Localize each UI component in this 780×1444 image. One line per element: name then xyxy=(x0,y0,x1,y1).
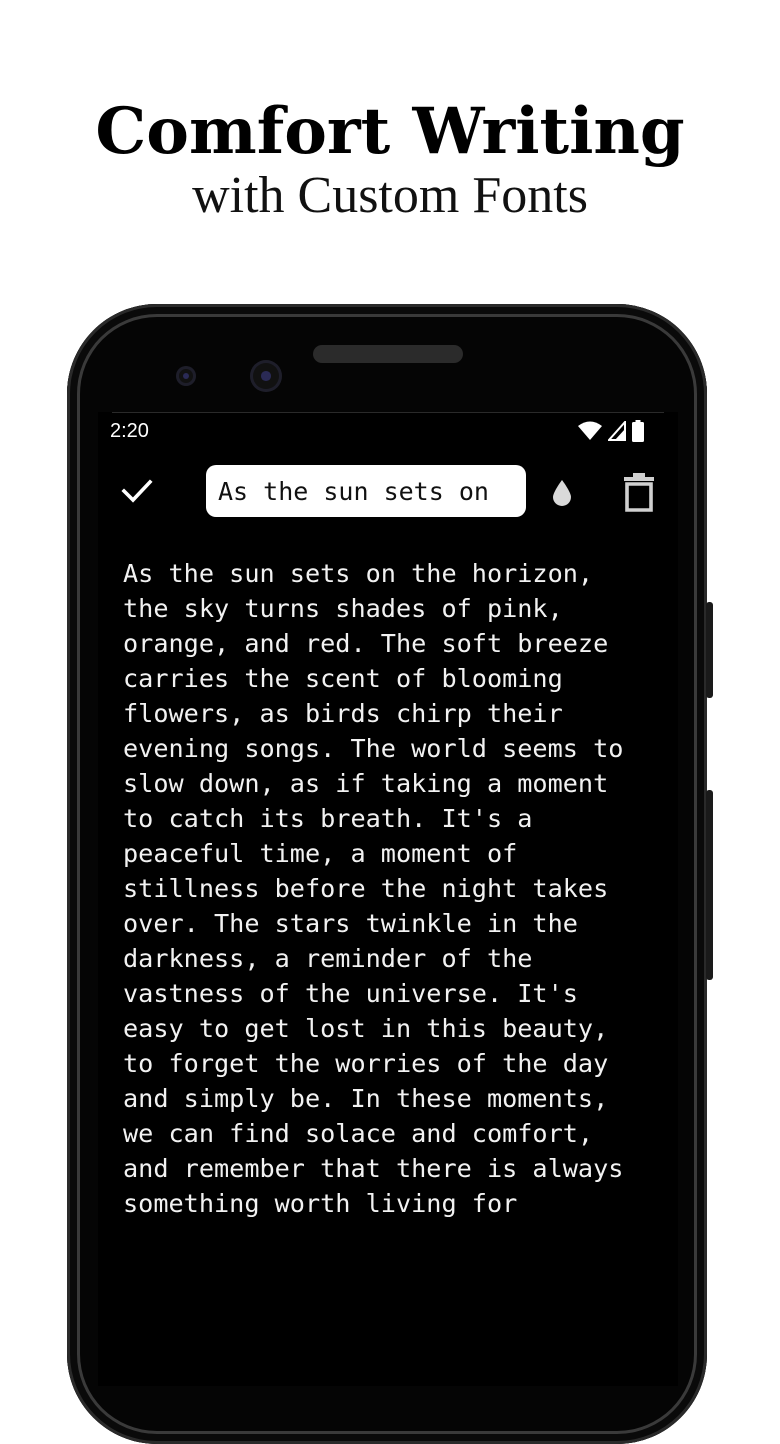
color-button[interactable] xyxy=(550,478,574,508)
promo-headline: Comfort Writing xyxy=(95,94,685,169)
text-line: carries the scent of blooming xyxy=(123,664,563,693)
text-line: over. The stars twinkle in the xyxy=(123,909,578,938)
phone-side-button xyxy=(706,602,713,698)
text-line: to catch its breath. It's a xyxy=(123,804,533,833)
status-icons xyxy=(578,420,644,442)
phone-speaker xyxy=(313,345,463,363)
text-line: and remember that there is always xyxy=(123,1154,624,1183)
droplet-icon xyxy=(553,480,571,506)
text-line: flowers, as birds chirp their xyxy=(123,699,563,728)
cell-signal-icon xyxy=(608,421,626,441)
battery-icon xyxy=(632,420,644,442)
text-line: to forget the worries of the day xyxy=(123,1049,609,1078)
front-sensor xyxy=(176,366,196,386)
front-camera xyxy=(250,360,282,392)
check-icon xyxy=(121,479,153,503)
text-line: we can find solace and comfort, xyxy=(123,1119,594,1148)
editor-toolbar xyxy=(98,464,678,520)
delete-button[interactable] xyxy=(623,472,655,512)
save-button[interactable] xyxy=(120,476,160,508)
text-line: peaceful time, a moment of xyxy=(123,839,518,868)
text-line: something worth living for xyxy=(123,1189,518,1218)
text-line: orange, and red. The soft breeze xyxy=(123,629,609,658)
text-line: darkness, a reminder of the xyxy=(123,944,533,973)
note-title-input[interactable] xyxy=(218,476,514,506)
text-line: As the sun sets on the horizon, xyxy=(123,559,594,588)
text-line: easy to get lost in this beauty, xyxy=(123,1014,609,1043)
trash-icon xyxy=(624,473,654,512)
wifi-icon xyxy=(578,421,602,440)
text-line: slow down, as if taking a moment xyxy=(123,769,609,798)
status-time: 2:20 xyxy=(110,420,149,442)
screen-edge xyxy=(112,412,664,413)
text-line: vastness of the universe. It's xyxy=(123,979,578,1008)
note-body[interactable]: As the sun sets on the horizon, the sky … xyxy=(123,556,663,1221)
text-line: and simply be. In these moments, xyxy=(123,1084,609,1113)
text-line: the sky turns shades of pink, xyxy=(123,594,563,623)
text-line: stillness before the night takes xyxy=(123,874,609,903)
promo-subheadline: with Custom Fonts xyxy=(192,167,588,224)
text-line: evening songs. The world seems to xyxy=(123,734,624,763)
note-title-field[interactable] xyxy=(206,465,526,517)
phone-side-button xyxy=(706,790,713,980)
app-screen: 2:20 As the sun sets on As the sun sets … xyxy=(98,412,678,1386)
